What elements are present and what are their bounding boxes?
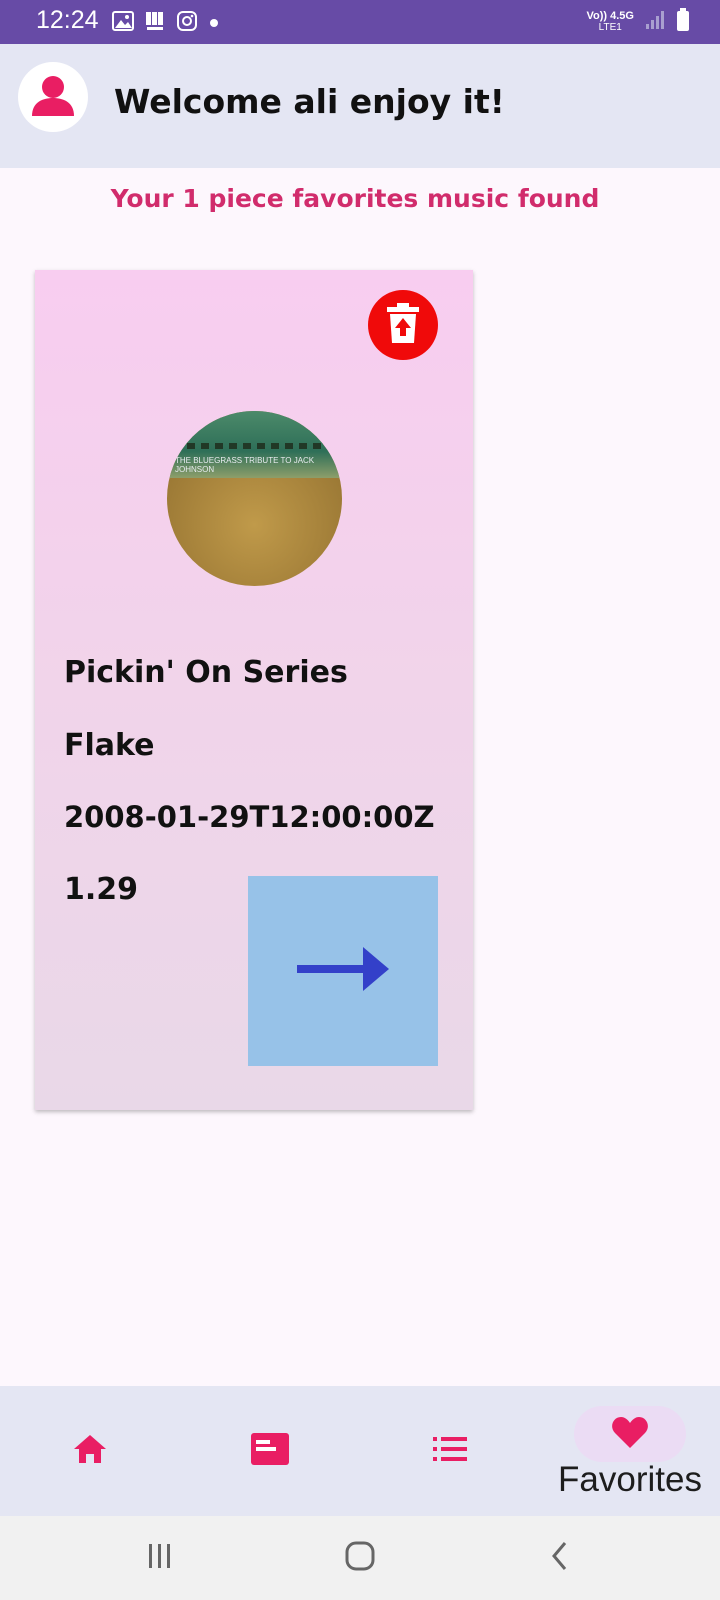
notification-icons [112,10,220,36]
release-date: 2008-01-29T12:00:00Z [64,800,435,834]
bottom-nav: Favorites [0,1386,720,1516]
delete-button[interactable] [368,290,438,360]
system-nav-bar [0,1516,720,1600]
arrow-right-icon [295,945,391,997]
nav-list[interactable] [420,1386,480,1516]
android-books-icon [144,10,166,36]
nav-favorites-label: Favorites [558,1460,702,1499]
network-indicator: Vo)) 4.5G LTE1 [587,10,634,34]
favorite-card: THE BLUEGRASS TRIBUTE TO JACK JOHNSON Pi… [35,270,473,1110]
back-icon [548,1540,572,1576]
avatar[interactable] [18,62,88,132]
battery-icon [676,8,690,36]
home-system-button[interactable] [320,1516,400,1600]
track-price: 1.29 [64,872,139,907]
favorites-indicator [574,1406,686,1462]
dot-icon [208,14,220,33]
news-icon [250,1432,290,1470]
collection-name: Pickin' On Series [64,655,348,690]
recents-button[interactable] [120,1516,200,1600]
signal-icon [644,10,666,34]
nav-home[interactable] [60,1386,120,1516]
status-time: 12:24 [36,6,99,34]
heart-icon [611,1415,649,1453]
nav-favorites[interactable]: Favorites [540,1386,720,1516]
list-icon [432,1434,468,1468]
network-lte: LTE1 [598,22,622,33]
home-icon [72,1433,108,1469]
open-details-button[interactable] [248,876,438,1066]
favorites-count-text: Your 1 piece favorites music found [110,184,600,213]
network-type: Vo)) 4.5G [586,10,634,22]
nav-news[interactable] [240,1386,300,1516]
welcome-title: Welcome ali enjoy it! [114,82,505,121]
back-button[interactable] [520,1516,600,1600]
recents-icon [145,1542,175,1574]
app-header: Welcome ali enjoy it! [0,44,720,168]
home-circle-icon [344,1540,376,1576]
trash-icon [385,302,421,348]
track-name: Flake [64,728,155,763]
instagram-icon [176,10,198,36]
album-art-text: THE BLUEGRASS TRIBUTE TO JACK JOHNSON [175,456,315,474]
album-art: THE BLUEGRASS TRIBUTE TO JACK JOHNSON [167,411,342,586]
album-trees [187,443,322,449]
status-bar: 12:24 Vo)) 4.5G LTE1 [0,0,720,44]
status-right: Vo)) 4.5G LTE1 [587,8,690,36]
person-icon [28,70,78,124]
gallery-icon [112,11,134,35]
